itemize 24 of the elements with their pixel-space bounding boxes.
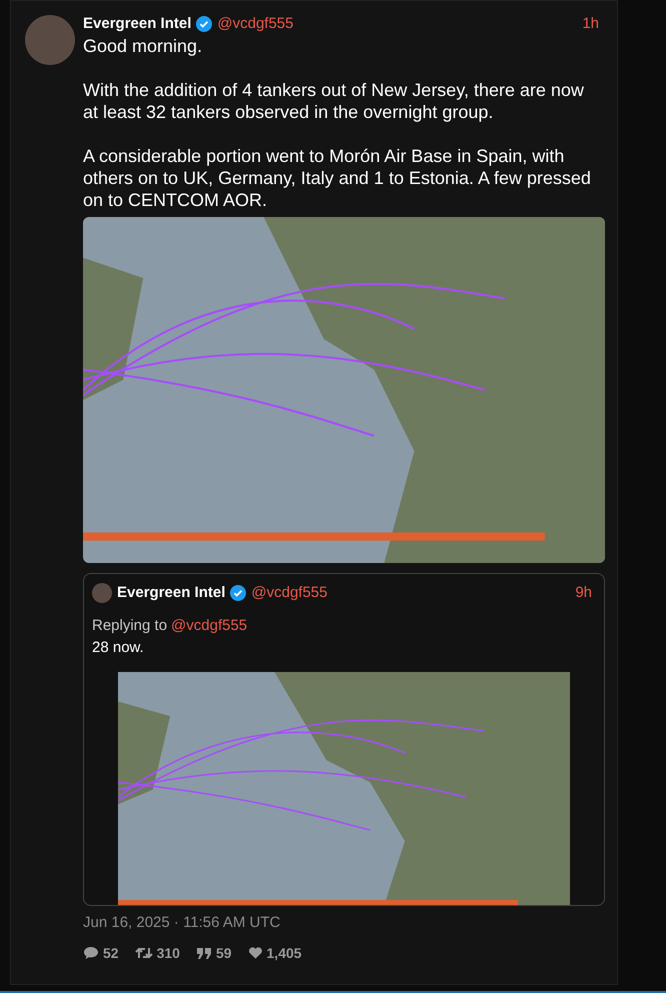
reply-handle-link[interactable]: @vcdgf555 xyxy=(171,614,248,637)
comment-icon xyxy=(83,946,99,960)
tweet-time[interactable]: 9h xyxy=(575,582,592,604)
stat-count: 59 xyxy=(216,944,232,962)
tweet-text: A considerable portion went to Morón Air Base in Spain, with others on to UK, Germany, Italy and 1 to Estonia. A few pressed on to CENTCOM AOR. xyxy=(83,145,592,211)
quoted-tweet[interactable]: Evergreen Intel @vcdgf555 9h Replying to @vcdgf555 28 now. xyxy=(83,573,605,906)
tweet-time[interactable]: 1h xyxy=(582,12,599,36)
stat-count: 1,405 xyxy=(266,944,302,962)
heart-icon xyxy=(248,946,263,960)
quoted-text: 28 now. xyxy=(92,638,145,658)
avatar xyxy=(92,583,112,604)
tweet-text: With the addition of 4 tankers out of New Jersey, there are now at least 32 tankers observed in the overnight group. xyxy=(83,79,585,123)
stat-count: 310 xyxy=(156,944,180,962)
tweet-timestamp[interactable]: Jun 16, 2025 · 11:56 AM UTC xyxy=(83,912,607,934)
retweet-icon xyxy=(134,946,153,960)
author-handle[interactable]: @vcdgf555 xyxy=(251,582,328,604)
quote-icon xyxy=(196,946,212,960)
stat-count: 52 xyxy=(103,944,119,962)
replying-label: Replying to xyxy=(92,616,168,636)
avatar xyxy=(25,15,75,65)
author-name[interactable]: Evergreen Intel xyxy=(83,12,192,36)
author-name[interactable]: Evergreen Intel xyxy=(117,582,226,604)
tweet-text: Good morning. xyxy=(83,35,204,57)
author-handle[interactable]: @vcdgf555 xyxy=(217,12,294,36)
